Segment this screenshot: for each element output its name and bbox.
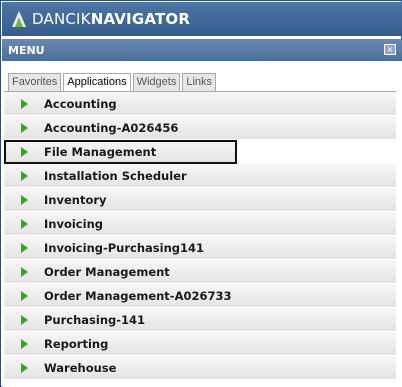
app-item-label: Warehouse — [44, 360, 117, 375]
expand-arrow-icon — [21, 122, 28, 133]
expand-arrow-icon — [21, 242, 28, 253]
app-item-order-management[interactable]: Order Management — [4, 260, 396, 284]
menu-title: MENU — [8, 43, 45, 57]
tab-widgets[interactable]: Widgets — [132, 73, 181, 91]
brand-name-bold: NAVIGATOR — [90, 10, 191, 28]
tab-favorites[interactable]: Favorites — [8, 73, 62, 91]
expand-arrow-icon — [21, 146, 28, 157]
tab-applications[interactable]: Applications — [63, 73, 131, 92]
app-item-label: File Management — [44, 144, 157, 159]
app-item-invoicing-purchasing141[interactable]: Invoicing-Purchasing141 — [4, 236, 396, 260]
expand-arrow-icon — [21, 314, 28, 325]
app-item-label: Order Management — [44, 264, 170, 279]
app-item-file-management[interactable]: File Management — [4, 140, 237, 164]
expand-arrow-icon — [21, 290, 28, 301]
expand-arrow-icon — [21, 266, 28, 277]
expand-arrow-icon — [21, 194, 28, 205]
app-item-purchasing-141[interactable]: Purchasing-141 — [4, 308, 396, 332]
app-item-label: Invoicing-Purchasing141 — [44, 240, 205, 255]
app-item-accounting[interactable]: Accounting — [4, 92, 396, 116]
app-item-warehouse[interactable]: Warehouse — [4, 356, 396, 380]
tab-strip: Favorites Applications Widgets Links — [8, 73, 218, 92]
menu-panel: Favorites Applications Widgets Links Acc… — [2, 61, 402, 387]
app-item-order-management-a026733[interactable]: Order Management-A026733 — [4, 284, 396, 308]
app-item-invoicing[interactable]: Invoicing — [4, 212, 396, 236]
menu-bar: MENU × — [2, 39, 402, 61]
app-item-label: Inventory — [44, 192, 107, 207]
expand-arrow-icon — [21, 98, 28, 109]
app-item-label: Purchasing-141 — [44, 312, 146, 327]
expand-arrow-icon — [21, 170, 28, 181]
expand-arrow-icon — [21, 362, 28, 373]
dancik-logo-icon — [12, 11, 26, 27]
expand-arrow-icon — [21, 338, 28, 349]
expand-arrow-icon — [21, 218, 28, 229]
app-item-inventory[interactable]: Inventory — [4, 188, 396, 212]
app-item-label: Installation Scheduler — [44, 168, 187, 183]
app-item-label: Reporting — [44, 336, 109, 351]
app-item-label: Invoicing — [44, 216, 103, 231]
app-header: DANCIK NAVIGATOR — [2, 2, 402, 36]
app-item-reporting[interactable]: Reporting — [4, 332, 396, 356]
brand-name-light: DANCIK — [32, 10, 91, 28]
app-item-accounting-a026456[interactable]: Accounting-A026456 — [4, 116, 396, 140]
close-icon[interactable]: × — [384, 44, 396, 55]
applications-list: Accounting Accounting-A026456 File Manag… — [4, 92, 396, 380]
app-item-installation-scheduler[interactable]: Installation Scheduler — [4, 164, 396, 188]
navigator-window: DANCIK NAVIGATOR MENU × Favorites Applic… — [0, 0, 402, 387]
app-item-label: Accounting — [44, 96, 117, 111]
tab-links[interactable]: Links — [182, 73, 217, 91]
app-item-label: Order Management-A026733 — [44, 288, 232, 303]
app-item-label: Accounting-A026456 — [44, 120, 179, 135]
